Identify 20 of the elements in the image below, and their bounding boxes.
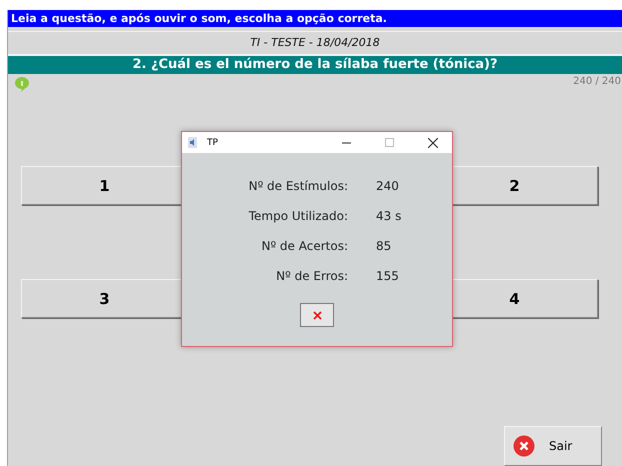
instruction-bar: Leia a questão, e após ouvir o som, escolha a opção correta. [8, 10, 622, 27]
close-icon[interactable] [428, 138, 438, 148]
stat-value: 85 [375, 239, 392, 253]
maximize-icon[interactable] [385, 138, 394, 147]
close-icon [513, 435, 535, 457]
dialog-title: TP [207, 138, 219, 148]
test-title: TI - TESTE - 18/04/2018 [8, 31, 622, 52]
stat-label: Nº de Acertos: [260, 239, 348, 253]
close-icon [312, 310, 322, 320]
question-bar: 2. ¿Cuál es el número de la sílaba fuerte (tónica)? [8, 54, 622, 74]
stat-value: 240 [375, 179, 400, 193]
stat-label: Tempo Utilizado: [248, 209, 348, 223]
close-button[interactable] [300, 303, 334, 327]
exit-button[interactable]: Sair [504, 426, 602, 466]
progress-counter: 240 / 240 [573, 76, 621, 87]
speaker-icon [188, 137, 197, 148]
stat-value: 155 [375, 269, 400, 283]
stat-label: Nº de Erros: [275, 269, 348, 283]
stat-label: Nº de Estímulos: [248, 179, 348, 193]
stat-value: 43 s [375, 209, 402, 223]
